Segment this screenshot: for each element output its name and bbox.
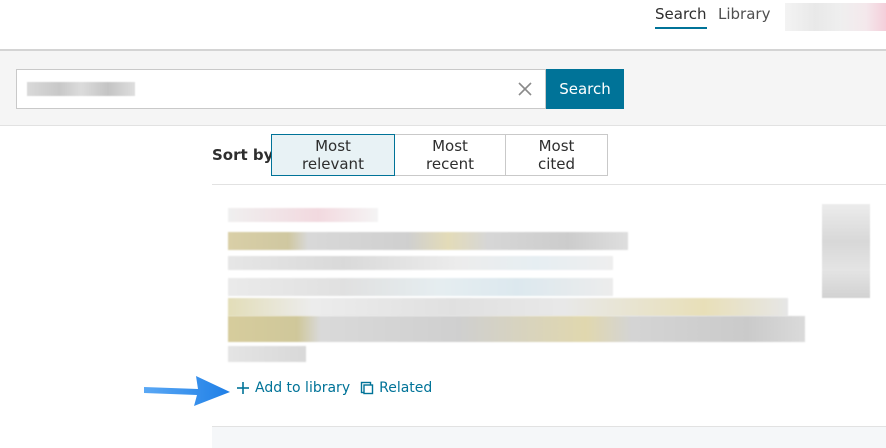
sort-most-cited-button[interactable]: Most cited [505,134,608,176]
related-icon [360,381,374,395]
sort-most-relevant-button[interactable]: Most relevant [271,134,395,176]
add-to-library-label: Add to library [255,380,351,396]
results-divider [212,184,886,185]
result-content-redacted [228,204,805,364]
result-side-redacted [822,204,870,298]
annotation-arrow-icon [144,376,230,406]
search-button[interactable]: Search [546,69,624,109]
add-to-library-button[interactable]: Add to library [236,380,350,396]
result-actions: Add to library Related [236,380,432,396]
sort-by-label: Sort by [212,146,274,164]
search-bar-section: Search [0,51,886,126]
close-icon[interactable] [515,79,535,99]
search-input-wrapper [16,69,546,109]
sort-most-recent-button[interactable]: Most recent [394,134,506,176]
related-button[interactable]: Related [350,380,432,396]
related-label: Related [379,380,433,396]
search-query-redacted [27,82,135,96]
top-navigation: Search Library [0,0,886,51]
sort-options: Most relevant Most recent Most cited [271,134,608,176]
user-account-menu[interactable] [785,3,886,31]
next-result-card [212,426,886,448]
nav-library-link[interactable]: Library [718,5,770,23]
nav-search-link[interactable]: Search [655,5,707,29]
plus-icon [237,382,249,394]
